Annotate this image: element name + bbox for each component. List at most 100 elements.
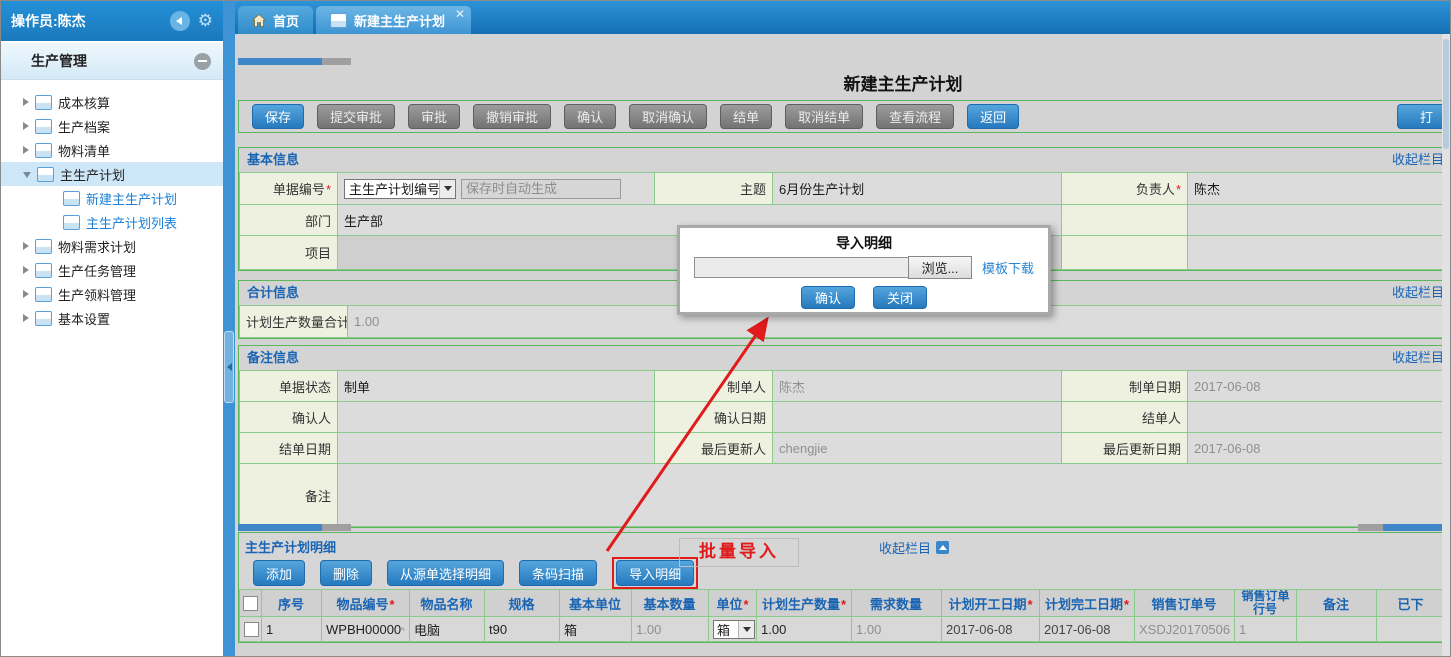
col-end-date[interactable]: 计划完工日期*: [1040, 590, 1135, 617]
col-sales-order[interactable]: 销售订单号: [1135, 590, 1235, 617]
col-clipped[interactable]: 已下: [1377, 590, 1445, 617]
cancel-close-order-button[interactable]: 取消结单: [785, 104, 863, 129]
template-download-link[interactable]: 模板下载: [982, 258, 1034, 277]
tree-item-material-requisition[interactable]: 生产领料管理: [1, 282, 223, 306]
doc-icon: [35, 95, 52, 110]
col-item-name[interactable]: 物品名称: [410, 590, 485, 617]
item-no-cell[interactable]: WPBH00000: [322, 617, 410, 642]
remarks-section: 备注信息 收起栏目 单据状态 制单 制单人 陈杰 制单日期 2017-06-08…: [238, 345, 1444, 528]
save-button[interactable]: 保存: [252, 104, 304, 129]
cancel-confirm-button[interactable]: 取消确认: [629, 104, 707, 129]
col-plan-qty[interactable]: 计划生产数量*: [757, 590, 852, 617]
file-input[interactable]: [694, 257, 909, 278]
search-icon[interactable]: [401, 623, 405, 635]
unit-select[interactable]: 箱: [713, 620, 755, 639]
dialog-close-button[interactable]: 关闭: [873, 286, 927, 309]
dialog-confirm-button[interactable]: 确认: [801, 286, 855, 309]
tree-item-new-master-plan[interactable]: 新建主生产计划: [1, 186, 223, 210]
row-checkbox[interactable]: [244, 622, 259, 637]
close-order-button[interactable]: 结单: [720, 104, 772, 129]
vertical-scrollbar[interactable]: [1442, 34, 1450, 656]
expand-arrow-icon[interactable]: [23, 314, 29, 322]
sidebar-panel-header[interactable]: 生产管理: [1, 43, 223, 80]
top-horizontal-scrollbar[interactable]: [238, 58, 351, 65]
tree-item-basic-settings[interactable]: 基本设置: [1, 306, 223, 330]
doc-icon: [35, 311, 52, 326]
tree-item-master-plan-list[interactable]: 主生产计划列表: [1, 210, 223, 234]
owner-label: 负责人*: [1062, 173, 1188, 205]
scrollbar-thumb[interactable]: [238, 524, 322, 531]
select-all-checkbox[interactable]: [243, 596, 258, 611]
col-demand-qty[interactable]: 需求数量: [852, 590, 942, 617]
collapse-panel-link[interactable]: 收起栏目: [1392, 281, 1443, 305]
row-select-cell: [240, 617, 262, 642]
tree-item-production-archive[interactable]: 生产档案: [1, 114, 223, 138]
collapse-arrow-icon[interactable]: [23, 172, 31, 178]
tab-home[interactable]: 首页: [238, 6, 313, 34]
scrollbar-thumb[interactable]: [1383, 524, 1444, 531]
collapse-panel-link[interactable]: 收起栏目: [879, 538, 949, 557]
collapse-panel-link[interactable]: 收起栏目: [1392, 148, 1443, 172]
tree-item-bom[interactable]: 物料清单: [1, 138, 223, 162]
expand-arrow-icon[interactable]: [23, 146, 29, 154]
tree-item-task-management[interactable]: 生产任务管理: [1, 258, 223, 282]
start-date-cell[interactable]: 2017-06-08: [942, 617, 1040, 642]
scrollbar-segment: [1358, 524, 1383, 531]
col-base-qty[interactable]: 基本数量: [632, 590, 709, 617]
last-updater-label: 最后更新人: [655, 433, 773, 464]
last-update-date-label: 最后更新日期: [1062, 433, 1188, 464]
note-value[interactable]: [338, 464, 1445, 527]
scrollbar-segment: [322, 58, 351, 65]
col-sales-line[interactable]: 销售订单行号: [1235, 590, 1297, 617]
details-scrollbar-left[interactable]: [238, 524, 351, 531]
select-from-source-button[interactable]: 从源单选择明细: [387, 560, 504, 586]
barcode-scan-button[interactable]: 条码扫描: [519, 560, 597, 586]
end-date-cell[interactable]: 2017-06-08: [1040, 617, 1135, 642]
sidebar-back-button[interactable]: [170, 11, 190, 31]
content-area: 新建主生产计划 保存 提交审批 审批 撤销审批 确认 取消确认 结单 取消结单 …: [235, 34, 1444, 656]
doc-no-select[interactable]: 主生产计划编号: [344, 179, 456, 199]
base-qty-cell: 1.00: [632, 617, 709, 642]
col-item-no[interactable]: 物品编号*: [322, 590, 410, 617]
make-date-value: 2017-06-08: [1188, 371, 1445, 402]
confirm-button[interactable]: 确认: [564, 104, 616, 129]
revoke-approval-button[interactable]: 撤销审批: [473, 104, 551, 129]
tree-item-mrp[interactable]: 物料需求计划: [1, 234, 223, 258]
collapse-up-icon: [936, 541, 949, 554]
gear-icon[interactable]: ⚙: [198, 13, 213, 30]
submit-approval-button[interactable]: 提交审批: [317, 104, 395, 129]
add-row-button[interactable]: 添加: [253, 560, 305, 586]
tree-item-cost-accounting[interactable]: 成本核算: [1, 90, 223, 114]
col-unit[interactable]: 单位*: [709, 590, 757, 617]
expand-arrow-icon[interactable]: [23, 290, 29, 298]
browse-button[interactable]: 浏览...: [908, 256, 972, 279]
tab-new-plan[interactable]: 新建主生产计划 ✕: [316, 6, 471, 34]
collapse-panel-link[interactable]: 收起栏目: [1392, 346, 1443, 370]
owner-value[interactable]: 陈杰: [1188, 173, 1445, 205]
scrollbar-thumb[interactable]: [238, 58, 322, 65]
col-seq[interactable]: 序号: [262, 590, 322, 617]
col-start-date[interactable]: 计划开工日期*: [942, 590, 1040, 617]
col-spec[interactable]: 规格: [485, 590, 560, 617]
details-scrollbar-right[interactable]: [1358, 524, 1444, 531]
print-button[interactable]: 打: [1397, 104, 1444, 129]
sidebar-splitter[interactable]: [223, 1, 235, 656]
expand-arrow-icon[interactable]: [23, 242, 29, 250]
collapse-minus-icon[interactable]: [194, 53, 211, 70]
expand-arrow-icon[interactable]: [23, 122, 29, 130]
subject-value[interactable]: 6月份生产计划: [773, 173, 1062, 205]
expand-arrow-icon[interactable]: [23, 98, 29, 106]
scrollbar-thumb[interactable]: [1443, 39, 1449, 149]
view-flow-button[interactable]: 查看流程: [876, 104, 954, 129]
plan-qty-cell[interactable]: 1.00: [757, 617, 852, 642]
back-button[interactable]: 返回: [967, 104, 1019, 129]
remark-cell[interactable]: [1297, 617, 1377, 642]
splitter-collapse-handle[interactable]: [224, 331, 234, 403]
expand-arrow-icon[interactable]: [23, 266, 29, 274]
tree-item-master-plan[interactable]: 主生产计划: [1, 162, 223, 186]
tab-close-icon[interactable]: ✕: [455, 7, 465, 21]
delete-row-button[interactable]: 删除: [320, 560, 372, 586]
approve-button[interactable]: 审批: [408, 104, 460, 129]
col-remark[interactable]: 备注: [1297, 590, 1377, 617]
col-base-unit[interactable]: 基本单位: [560, 590, 632, 617]
